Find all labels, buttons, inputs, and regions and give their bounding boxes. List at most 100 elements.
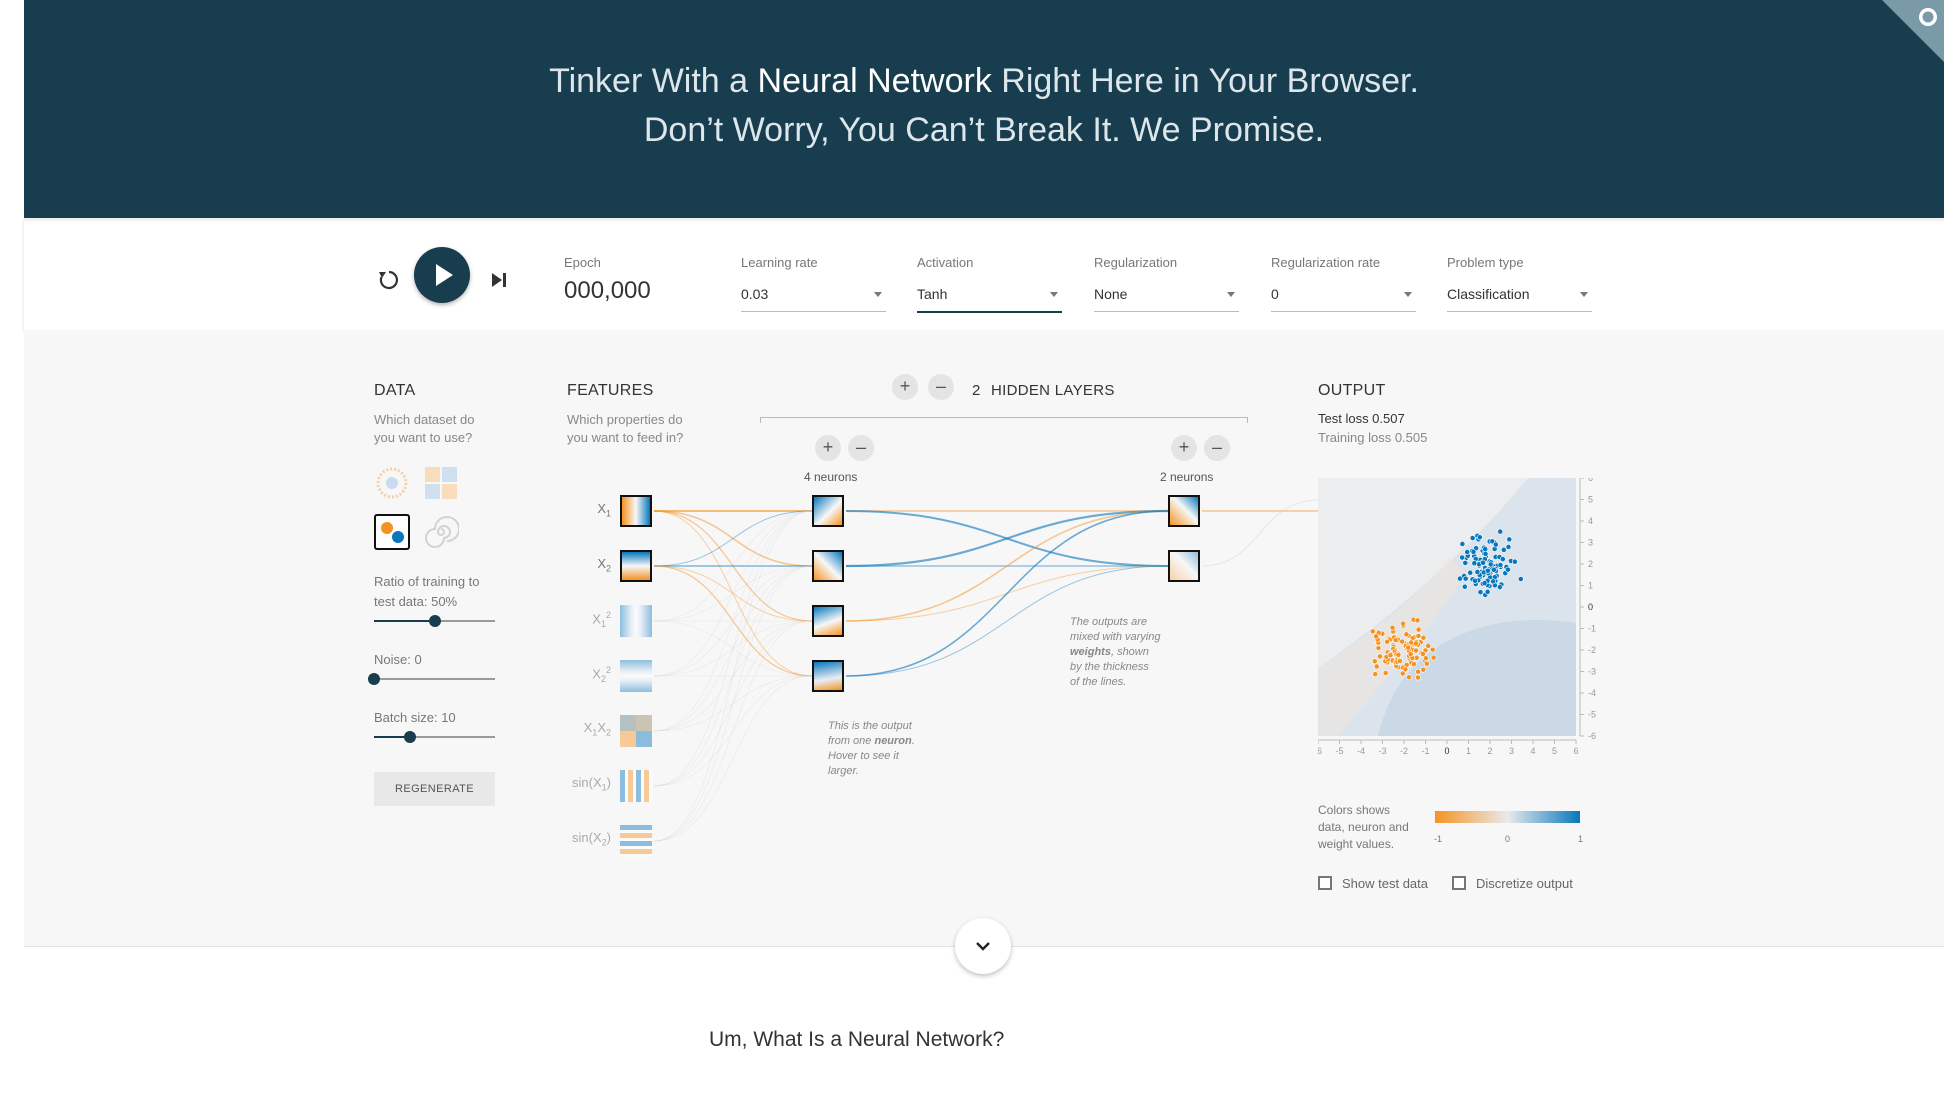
remove-layer-button[interactable]: – bbox=[928, 374, 954, 400]
ratio-label: Ratio of training to test data: 50% bbox=[374, 572, 480, 612]
link-input-7-to-h1-3 bbox=[653, 620, 813, 842]
noise-slider-thumb[interactable] bbox=[368, 673, 380, 685]
activation-value: Tanh bbox=[917, 286, 948, 302]
dataset-xor[interactable] bbox=[423, 465, 459, 501]
y-tick-label: -2 bbox=[1588, 645, 1596, 655]
learning-rate-select[interactable]: 0.03 bbox=[741, 281, 886, 312]
legend-min: -1 bbox=[1434, 834, 1443, 844]
training-loss: Training loss 0.505 bbox=[1318, 430, 1428, 445]
remove-neuron-layer-2-button[interactable]: – bbox=[1204, 435, 1230, 461]
play-icon bbox=[436, 264, 453, 286]
legend-mid: 0 bbox=[1505, 834, 1511, 844]
data-point-orange bbox=[1382, 670, 1389, 676]
learning-rate-value: 0.03 bbox=[741, 286, 769, 302]
feature-node-x2-squared[interactable] bbox=[620, 660, 652, 692]
data-point-blue bbox=[1511, 558, 1518, 565]
x-tick-label: 4 bbox=[1530, 746, 1535, 756]
ratio-slider-thumb[interactable] bbox=[428, 615, 441, 627]
problem-type-select[interactable]: Classification bbox=[1447, 281, 1592, 312]
regularization-control: Regularization None bbox=[1094, 255, 1239, 312]
hidden-neuron-2-2[interactable] bbox=[1168, 550, 1200, 582]
play-button[interactable] bbox=[414, 247, 470, 303]
page: Tinker With a Neural Network Right Here … bbox=[0, 0, 1944, 1108]
data-point-orange bbox=[1412, 640, 1419, 647]
link-input-2-to-h1-1 bbox=[653, 510, 813, 567]
activation-select[interactable]: Tanh bbox=[917, 281, 1062, 313]
dataset-gaussian[interactable] bbox=[374, 514, 410, 550]
data-point-blue bbox=[1505, 544, 1512, 550]
y-tick-label: -6 bbox=[1588, 731, 1596, 741]
data-point-blue bbox=[1470, 548, 1477, 555]
data-point-orange bbox=[1371, 658, 1378, 665]
data-point-orange bbox=[1405, 644, 1412, 651]
data-point-orange bbox=[1425, 642, 1432, 649]
y-tick-label: -4 bbox=[1588, 688, 1596, 698]
hidden-layers-bracket bbox=[760, 417, 1248, 423]
ratio-slider[interactable] bbox=[374, 615, 495, 627]
feature-x1sq-sup: 2 bbox=[605, 610, 611, 620]
feature-node-x1x2[interactable] bbox=[620, 715, 652, 747]
regularization-rate-select[interactable]: 0 bbox=[1271, 281, 1416, 312]
data-point-blue bbox=[1496, 584, 1503, 591]
discretize-output-checkbox[interactable] bbox=[1452, 876, 1466, 890]
data-point-blue bbox=[1469, 535, 1476, 541]
features-title: FEATURES bbox=[567, 382, 654, 399]
scroll-down-button[interactable] bbox=[955, 918, 1011, 974]
hidden-neuron-1-4[interactable] bbox=[812, 660, 844, 692]
hero-line-1: Tinker With a Neural Network Right Here … bbox=[24, 62, 1944, 101]
data-point-blue bbox=[1480, 559, 1486, 566]
feature-node-x1[interactable] bbox=[620, 495, 652, 527]
data-point-orange bbox=[1403, 631, 1410, 638]
feature-x1sq-sub: 1 bbox=[600, 618, 606, 629]
batch-label: Batch size: 10 bbox=[374, 710, 456, 725]
x-tick-label: 2 bbox=[1487, 746, 1492, 756]
step-icon[interactable] bbox=[488, 269, 510, 291]
output-plot[interactable]: -6 -5 -4 -3 -2 -1 0 1 2 3 4 5 6 6 5 4 3 2 1 0 -1 -2 -3 -4 -5 -6 bbox=[1318, 478, 1608, 768]
batch-slider[interactable] bbox=[374, 731, 495, 743]
output-title: OUTPUT bbox=[1318, 382, 1386, 399]
hidden-neuron-1-3[interactable] bbox=[812, 605, 844, 637]
noise-slider[interactable] bbox=[368, 673, 495, 685]
hidden-neuron-2-1[interactable] bbox=[1168, 495, 1200, 527]
feature-node-x1-squared[interactable] bbox=[620, 605, 652, 637]
data-point-orange bbox=[1384, 638, 1391, 645]
weights-note-line-2: mixed with varying bbox=[1070, 631, 1161, 643]
github-corner-icon[interactable] bbox=[1882, 0, 1944, 62]
link-h2-2-to-output bbox=[1201, 499, 1319, 567]
reset-icon[interactable] bbox=[375, 266, 403, 294]
neuron-note-line-1: This is the output bbox=[828, 720, 912, 732]
regularization-select[interactable]: None bbox=[1094, 281, 1239, 312]
data-point-orange bbox=[1389, 624, 1396, 631]
data-point-orange bbox=[1373, 663, 1380, 670]
data-point-orange bbox=[1420, 634, 1427, 641]
show-test-data-checkbox[interactable] bbox=[1318, 876, 1332, 890]
x-tick-label: -3 bbox=[1378, 746, 1386, 756]
remove-neuron-layer-1-button[interactable]: – bbox=[848, 435, 874, 461]
neuron-note-dot: . bbox=[911, 735, 915, 747]
x-tick-label: -5 bbox=[1335, 746, 1343, 756]
x-tick-label: 3 bbox=[1509, 746, 1514, 756]
add-layer-button[interactable]: + bbox=[892, 374, 918, 400]
data-point-blue bbox=[1505, 566, 1511, 573]
x-tick-label: 0 bbox=[1444, 746, 1449, 756]
feature-node-x2[interactable] bbox=[620, 550, 652, 582]
data-point-blue bbox=[1461, 583, 1468, 590]
add-neuron-layer-2-button[interactable]: + bbox=[1171, 435, 1197, 461]
dataset-xor-icon bbox=[425, 467, 457, 499]
regenerate-button[interactable]: REGENERATE bbox=[374, 772, 495, 806]
data-point-blue bbox=[1487, 561, 1494, 568]
dataset-spiral-icon bbox=[425, 516, 460, 548]
feature-sinx2-base: sin(X bbox=[572, 830, 602, 845]
hidden-neuron-1-2[interactable] bbox=[812, 550, 844, 582]
hidden-neuron-1-1[interactable] bbox=[812, 495, 844, 527]
feature-x1sq-base: X bbox=[592, 611, 601, 627]
feature-node-sin-x1[interactable] bbox=[620, 770, 652, 802]
dataset-gaussian-icon bbox=[381, 522, 404, 543]
dataset-circle[interactable] bbox=[374, 465, 410, 501]
data-point-orange bbox=[1400, 620, 1406, 627]
dataset-spiral[interactable] bbox=[423, 514, 460, 550]
feature-node-sin-x2[interactable] bbox=[620, 825, 652, 857]
x-tick-label: 1 bbox=[1466, 746, 1471, 756]
add-neuron-layer-1-button[interactable]: + bbox=[815, 435, 841, 461]
regularization-rate-value: 0 bbox=[1271, 286, 1279, 302]
